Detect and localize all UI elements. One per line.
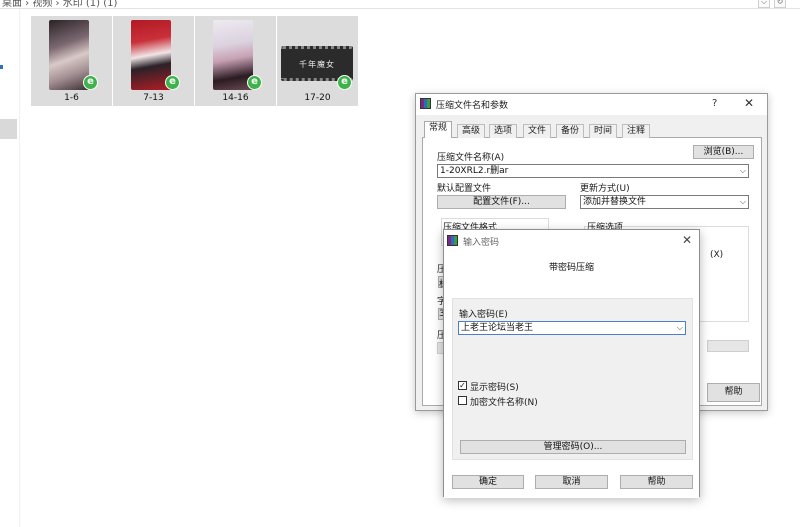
tab-comment[interactable]: 注释 bbox=[622, 124, 651, 138]
dialog-titlebar[interactable]: 输入密码 ✕ bbox=[444, 230, 699, 251]
navigation-pane bbox=[0, 9, 20, 527]
browse-button[interactable]: 浏览(B)... bbox=[693, 145, 754, 159]
password-input[interactable]: 上老王论坛当老王 ⌵ bbox=[458, 321, 686, 335]
ie-badge-icon: e bbox=[247, 75, 262, 90]
encrypt-names-checkbox[interactable] bbox=[458, 396, 467, 405]
nav-pin-marker bbox=[0, 65, 3, 69]
chevron-down-icon[interactable]: ⌵ bbox=[740, 165, 746, 177]
archive-name-combobox[interactable]: 1-20XRL2.r删ar ⌵ bbox=[437, 164, 749, 178]
show-password-checkbox[interactable]: ✓ bbox=[458, 381, 467, 390]
winrar-app-icon bbox=[447, 235, 458, 246]
tab-options[interactable]: 选项 bbox=[489, 124, 518, 138]
ok-button[interactable]: 确定 bbox=[452, 475, 524, 489]
dialog-title: 压缩文件名和参数 bbox=[436, 101, 509, 111]
close-icon[interactable]: ✕ bbox=[682, 233, 692, 247]
password-label: 输入密码(E) bbox=[459, 310, 508, 320]
file-caption: 1-6 bbox=[64, 93, 79, 103]
dialog-heading: 带密码压缩 bbox=[548, 263, 594, 273]
refresh-icon[interactable]: ↻ bbox=[774, 0, 786, 8]
encrypt-names-label: 加密文件名称(N) bbox=[470, 398, 538, 408]
cancel-button[interactable]: 取消 bbox=[535, 475, 608, 489]
tab-general[interactable]: 常规 bbox=[424, 121, 453, 139]
file-caption: 7-13 bbox=[143, 93, 164, 103]
partial-option-text: (X) bbox=[710, 250, 724, 260]
tab-files[interactable]: 文件 bbox=[523, 124, 552, 138]
breadcrumb[interactable]: 桌面 › 视频 › 水印 (1) (1) bbox=[2, 0, 117, 8]
file-caption: 17-20 bbox=[304, 93, 331, 103]
winrar-app-icon bbox=[420, 98, 431, 109]
dialog-titlebar[interactable]: 压缩文件名和参数 ? ✕ bbox=[416, 94, 767, 115]
update-mode-value: 添加并替换文件 bbox=[583, 197, 647, 207]
show-password-label: 显示密码(S) bbox=[470, 383, 519, 393]
password-dialog: 输入密码 ✕ 带密码压缩 输入密码(E) 上老王论坛当老王 ⌵ ✓ 显示密码(S… bbox=[443, 229, 700, 498]
tab-backup[interactable]: 备份 bbox=[556, 124, 585, 138]
explorer-address-bar: 桌面 › 视频 › 水印 (1) (1) ⌵ ↻ bbox=[0, 0, 800, 9]
file-thumbnail-4[interactable]: 千年魔女 e 17-20 bbox=[277, 16, 358, 106]
manage-passwords-button[interactable]: 管理密码(O)... bbox=[460, 440, 686, 454]
thumbnail-overlay-text: 千年魔女 bbox=[299, 60, 335, 69]
file-thumbnail-1[interactable]: e 1-6 bbox=[31, 16, 112, 106]
password-panel: 输入密码(E) 上老王论坛当老王 ⌵ ✓ 显示密码(S) 加密文件名称(N) 管… bbox=[452, 298, 693, 460]
update-mode-select[interactable]: 添加并替换文件 ⌵ bbox=[580, 195, 749, 209]
profile-button[interactable]: 配置文件(F)... bbox=[437, 195, 566, 209]
nav-selected-item[interactable] bbox=[0, 119, 17, 139]
password-value: 上老王论坛当老王 bbox=[461, 323, 534, 333]
ie-badge-icon: e bbox=[337, 75, 352, 90]
dialog-title: 输入密码 bbox=[463, 238, 500, 248]
close-icon[interactable]: ✕ bbox=[744, 96, 754, 110]
tab-time[interactable]: 时间 bbox=[589, 124, 618, 138]
chevron-down-icon[interactable]: ⌵ bbox=[677, 322, 683, 334]
archive-name-label: 压缩文件名称(A) bbox=[437, 153, 505, 163]
ie-badge-icon: e bbox=[83, 75, 98, 90]
help-button[interactable]: 帮助 bbox=[620, 475, 693, 489]
help-icon[interactable]: ? bbox=[712, 98, 717, 109]
file-thumbnail-3[interactable]: e 14-16 bbox=[195, 16, 276, 106]
password-dialog-body: 带密码压缩 输入密码(E) 上老王论坛当老王 ⌵ ✓ 显示密码(S) 加密文件名… bbox=[444, 251, 699, 498]
tab-advanced[interactable]: 高级 bbox=[457, 124, 486, 138]
ie-badge-icon: e bbox=[165, 75, 180, 90]
chevron-down-icon[interactable]: ⌵ bbox=[740, 196, 746, 208]
tab-strip: 常规 高级 选项 文件 备份 时间 注释 bbox=[422, 121, 762, 139]
archive-name-value: 1-20XRL2.r删ar bbox=[440, 166, 509, 176]
file-thumbnail-2[interactable]: e 7-13 bbox=[113, 16, 194, 106]
file-caption: 14-16 bbox=[222, 93, 249, 103]
history-dropdown-icon[interactable]: ⌵ bbox=[758, 0, 770, 8]
default-profile-label: 默认配置文件 bbox=[437, 184, 492, 194]
help-button[interactable]: 帮助 bbox=[707, 383, 760, 402]
update-mode-label: 更新方式(U) bbox=[580, 184, 630, 194]
partial-field[interactable] bbox=[707, 340, 749, 352]
